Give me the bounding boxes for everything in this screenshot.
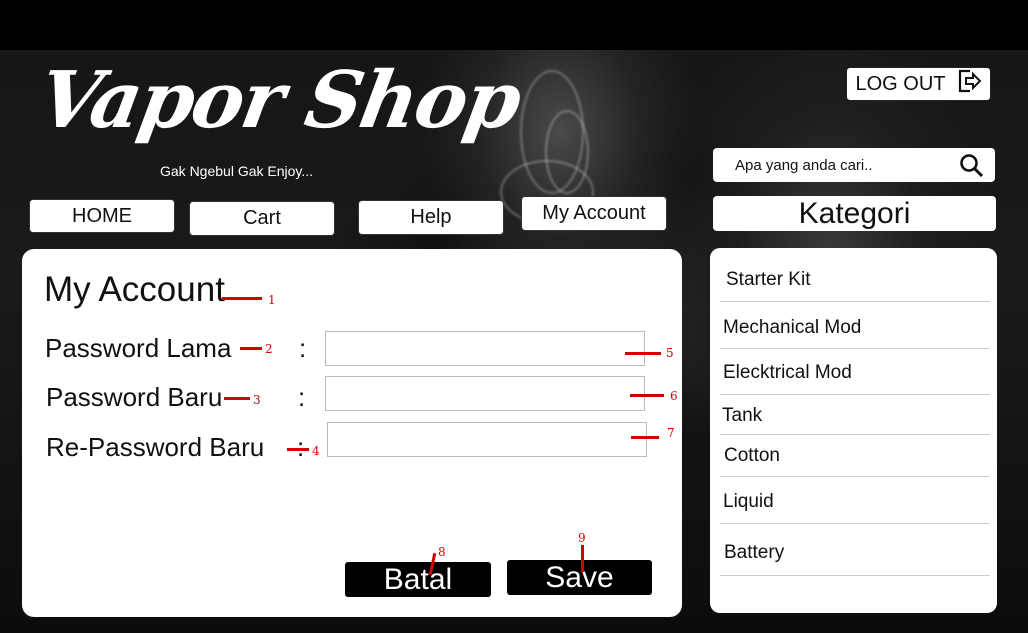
search-bar[interactable]: Apa yang anda cari..	[713, 148, 995, 182]
new-password-field[interactable]	[325, 376, 645, 411]
annotation-line	[581, 545, 584, 572]
category-item-electrical-mod[interactable]: Elecktrical Mod	[723, 362, 993, 384]
category-divider	[720, 301, 990, 302]
category-item-cotton[interactable]: Cotton	[724, 445, 994, 467]
logout-icon	[956, 68, 982, 100]
repeat-password-field[interactable]	[327, 422, 647, 457]
category-divider	[720, 523, 990, 524]
annotation-number: 5	[666, 346, 674, 360]
annotation-line	[287, 448, 309, 451]
annotation-number: 9	[578, 531, 586, 545]
category-item-starter-kit[interactable]: Starter Kit	[726, 269, 996, 291]
category-divider	[720, 476, 990, 477]
tagline: Gak Ngebul Gak Enjoy...	[160, 163, 314, 179]
old-password-label: Password Lama	[45, 333, 232, 363]
nav-home-button[interactable]: HOME	[29, 199, 175, 233]
category-divider	[720, 434, 990, 435]
category-item-mechanical-mod[interactable]: Mechanical Mod	[723, 317, 993, 339]
page-title: My Account	[44, 270, 225, 309]
cancel-button[interactable]: Batal	[345, 562, 491, 597]
new-password-label: Password Baru	[46, 382, 223, 412]
annotation-number: 2	[265, 342, 273, 356]
colon-separator: :	[298, 382, 306, 412]
annotation-line	[631, 436, 659, 439]
category-item-tank[interactable]: Tank	[722, 405, 992, 427]
old-password-field[interactable]	[325, 331, 645, 366]
search-input[interactable]: Apa yang anda cari..	[735, 157, 873, 174]
kategori-header: Kategori	[713, 196, 996, 231]
logo: Vapor Shop	[32, 55, 527, 146]
category-divider	[720, 348, 990, 349]
annotation-line	[224, 397, 250, 400]
logout-button[interactable]: LOG OUT	[846, 67, 991, 101]
save-button[interactable]: Save	[507, 560, 652, 595]
category-item-battery[interactable]: Battery	[724, 542, 994, 564]
nav-my-account-button[interactable]: My Account	[521, 196, 667, 231]
colon-separator: :	[299, 333, 307, 363]
nav-cart-button[interactable]: Cart	[189, 201, 335, 236]
repeat-password-label: Re-Password Baru	[46, 432, 265, 462]
search-icon[interactable]	[959, 153, 985, 183]
annotation-number: 1	[268, 293, 276, 307]
annotation-line	[222, 297, 262, 300]
annotation-line	[630, 394, 664, 397]
nav-help-button[interactable]: Help	[358, 200, 504, 235]
annotation-line	[240, 347, 262, 350]
annotation-line	[625, 352, 661, 355]
annotation-number: 6	[670, 389, 678, 403]
logout-label: LOG OUT	[855, 72, 946, 95]
category-item-liquid[interactable]: Liquid	[723, 491, 993, 513]
annotation-number: 3	[253, 393, 261, 407]
annotation-number: 4	[312, 444, 320, 458]
annotation-number: 7	[667, 426, 675, 440]
annotation-number: 8	[438, 545, 446, 559]
category-divider	[720, 394, 990, 395]
category-divider	[720, 575, 990, 576]
